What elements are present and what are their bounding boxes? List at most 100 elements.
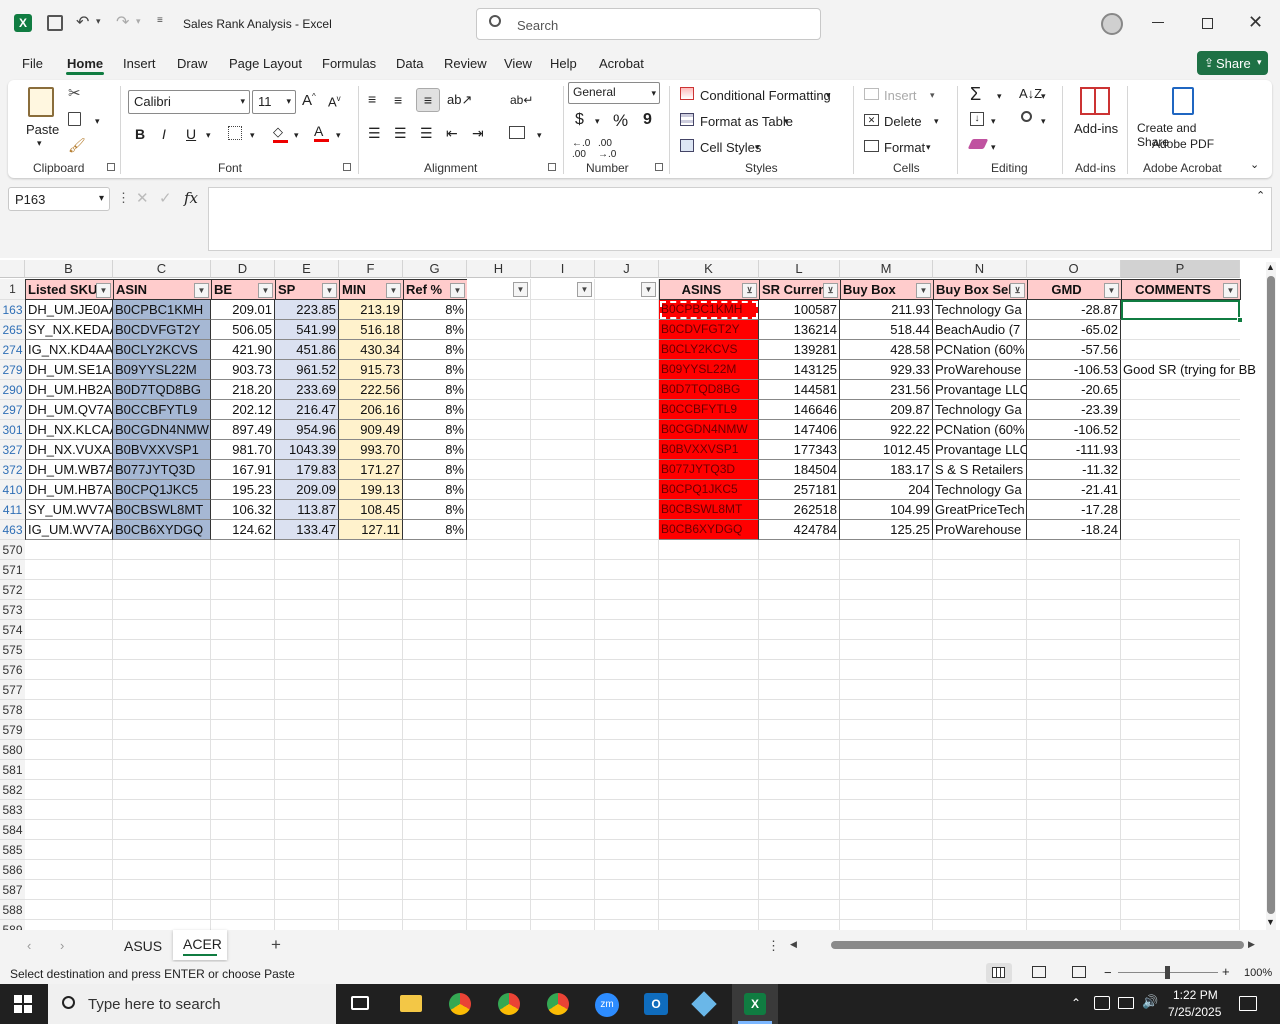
- cell-empty[interactable]: [1121, 780, 1240, 800]
- cell-empty[interactable]: [1027, 720, 1121, 740]
- cell-empty[interactable]: [1121, 640, 1240, 660]
- cell-empty[interactable]: [467, 620, 531, 640]
- cell-empty[interactable]: [531, 420, 595, 440]
- cell-empty[interactable]: [113, 860, 211, 880]
- cell-empty[interactable]: [595, 440, 659, 460]
- cell-empty[interactable]: [275, 760, 339, 780]
- cell-gmd[interactable]: -57.56: [1027, 340, 1121, 360]
- row-header[interactable]: 578: [0, 700, 25, 720]
- cell-empty[interactable]: [659, 860, 759, 880]
- cell-sku[interactable]: IG_UM.WV7AA: [25, 520, 113, 540]
- cell-bb[interactable]: 1012.45: [840, 440, 933, 460]
- filter-dropdown-icon[interactable]: ▼: [1223, 283, 1238, 298]
- cell-empty[interactable]: [531, 520, 595, 540]
- cell-empty[interactable]: [595, 780, 659, 800]
- column-header-b[interactable]: B: [25, 260, 113, 278]
- decrease-indent-icon[interactable]: ⇤: [446, 125, 458, 142]
- cell-empty[interactable]: [531, 920, 595, 930]
- cell-empty[interactable]: [211, 560, 275, 580]
- cell-empty[interactable]: [25, 820, 113, 840]
- cell-empty[interactable]: [275, 800, 339, 820]
- insert-function-icon[interactable]: fx: [184, 189, 198, 207]
- cell-empty[interactable]: [933, 560, 1027, 580]
- cell-empty[interactable]: [595, 740, 659, 760]
- cell-empty[interactable]: [275, 780, 339, 800]
- cell-empty[interactable]: [467, 800, 531, 820]
- cell-asin[interactable]: B0CB6XYDGQ: [113, 520, 211, 540]
- cell-empty[interactable]: [25, 800, 113, 820]
- cell-sku[interactable]: DH_NX.KLCAA: [25, 420, 113, 440]
- cell-empty[interactable]: [339, 800, 403, 820]
- cell-comment[interactable]: [1121, 460, 1240, 480]
- cell-empty[interactable]: [467, 820, 531, 840]
- cell-empty[interactable]: [933, 920, 1027, 930]
- column-header-i[interactable]: I: [531, 260, 595, 278]
- cell-empty[interactable]: [933, 880, 1027, 900]
- addins-button[interactable]: Add-ins: [1070, 85, 1120, 145]
- cell-empty[interactable]: [403, 920, 467, 930]
- row-header[interactable]: 290: [0, 380, 25, 400]
- cell-asin[interactable]: B0CGDN4NMW: [113, 420, 211, 440]
- cell-empty[interactable]: [840, 720, 933, 740]
- menu-view[interactable]: View: [504, 56, 532, 71]
- menu-help[interactable]: Help: [550, 56, 577, 71]
- cell-empty[interactable]: [403, 640, 467, 660]
- cell-empty[interactable]: [403, 620, 467, 640]
- cell-asins[interactable]: B0CDVFGT2Y: [659, 320, 759, 340]
- row-header[interactable]: 572: [0, 580, 25, 600]
- redo-icon[interactable]: ↷: [116, 12, 129, 32]
- header-cell-b[interactable]: Listed SKU ▼: [25, 279, 114, 300]
- cell-empty[interactable]: [339, 620, 403, 640]
- cell-bb[interactable]: 209.87: [840, 400, 933, 420]
- zoom-level[interactable]: 100%: [1244, 967, 1272, 979]
- sort-filter-icon[interactable]: A↓Z: [1019, 86, 1042, 101]
- cell-empty[interactable]: [531, 720, 595, 740]
- cell-empty[interactable]: [595, 360, 659, 380]
- row-header[interactable]: 587: [0, 880, 25, 900]
- header-cell-g[interactable]: Ref % ▼: [403, 279, 468, 300]
- cell-empty[interactable]: [1027, 560, 1121, 580]
- header-cell-k[interactable]: ASINS ⊻: [659, 279, 760, 300]
- filter-dropdown-icon[interactable]: ⊻: [1010, 283, 1025, 298]
- cell-empty[interactable]: [531, 360, 595, 380]
- header-cell-i[interactable]: ▼: [531, 279, 595, 300]
- header-cell-j[interactable]: ▼: [595, 279, 659, 300]
- cell-empty[interactable]: [595, 640, 659, 660]
- wrap-text-icon[interactable]: ab↵: [510, 93, 533, 107]
- cell-comment[interactable]: [1121, 400, 1240, 420]
- cell-empty[interactable]: [275, 540, 339, 560]
- cell-empty[interactable]: [933, 760, 1027, 780]
- cell-empty[interactable]: [659, 820, 759, 840]
- cell-empty[interactable]: [403, 600, 467, 620]
- cell-asin[interactable]: B0CPBC1KMH: [113, 300, 211, 320]
- row-header[interactable]: 580: [0, 740, 25, 760]
- column-header-f[interactable]: F: [339, 260, 403, 278]
- row-header[interactable]: 274: [0, 340, 25, 360]
- cell-empty[interactable]: [933, 780, 1027, 800]
- cell-empty[interactable]: [25, 680, 113, 700]
- cell-empty[interactable]: [467, 680, 531, 700]
- number-launcher-icon[interactable]: [655, 163, 663, 171]
- cell-sr[interactable]: 262518: [759, 500, 840, 520]
- cell-empty[interactable]: [467, 480, 531, 500]
- cell-empty[interactable]: [659, 560, 759, 580]
- row-header[interactable]: 463: [0, 520, 25, 540]
- cell-be[interactable]: 124.62: [211, 520, 275, 540]
- cell-sku[interactable]: DH_UM.QV7AA: [25, 400, 113, 420]
- cell-empty[interactable]: [211, 540, 275, 560]
- customize-toolbar-icon[interactable]: ≡: [157, 15, 163, 26]
- cell-empty[interactable]: [403, 680, 467, 700]
- cell-empty[interactable]: [467, 520, 531, 540]
- cell-seller[interactable]: Technology Ga: [933, 480, 1027, 500]
- decrease-decimal-icon[interactable]: .00 →.0: [598, 138, 616, 160]
- cell-empty[interactable]: [759, 720, 840, 740]
- format-cells-button[interactable]: Format ▾: [864, 138, 944, 156]
- cell-empty[interactable]: [1121, 720, 1240, 740]
- cell-empty[interactable]: [113, 840, 211, 860]
- format-painter-icon[interactable]: 🖌: [68, 137, 86, 154]
- row-header[interactable]: 586: [0, 860, 25, 880]
- cell-comment[interactable]: [1121, 320, 1240, 340]
- notifications-icon[interactable]: [1239, 996, 1257, 1011]
- cell-empty[interactable]: [531, 380, 595, 400]
- find-select-dropdown-icon[interactable]: ▾: [1041, 116, 1046, 127]
